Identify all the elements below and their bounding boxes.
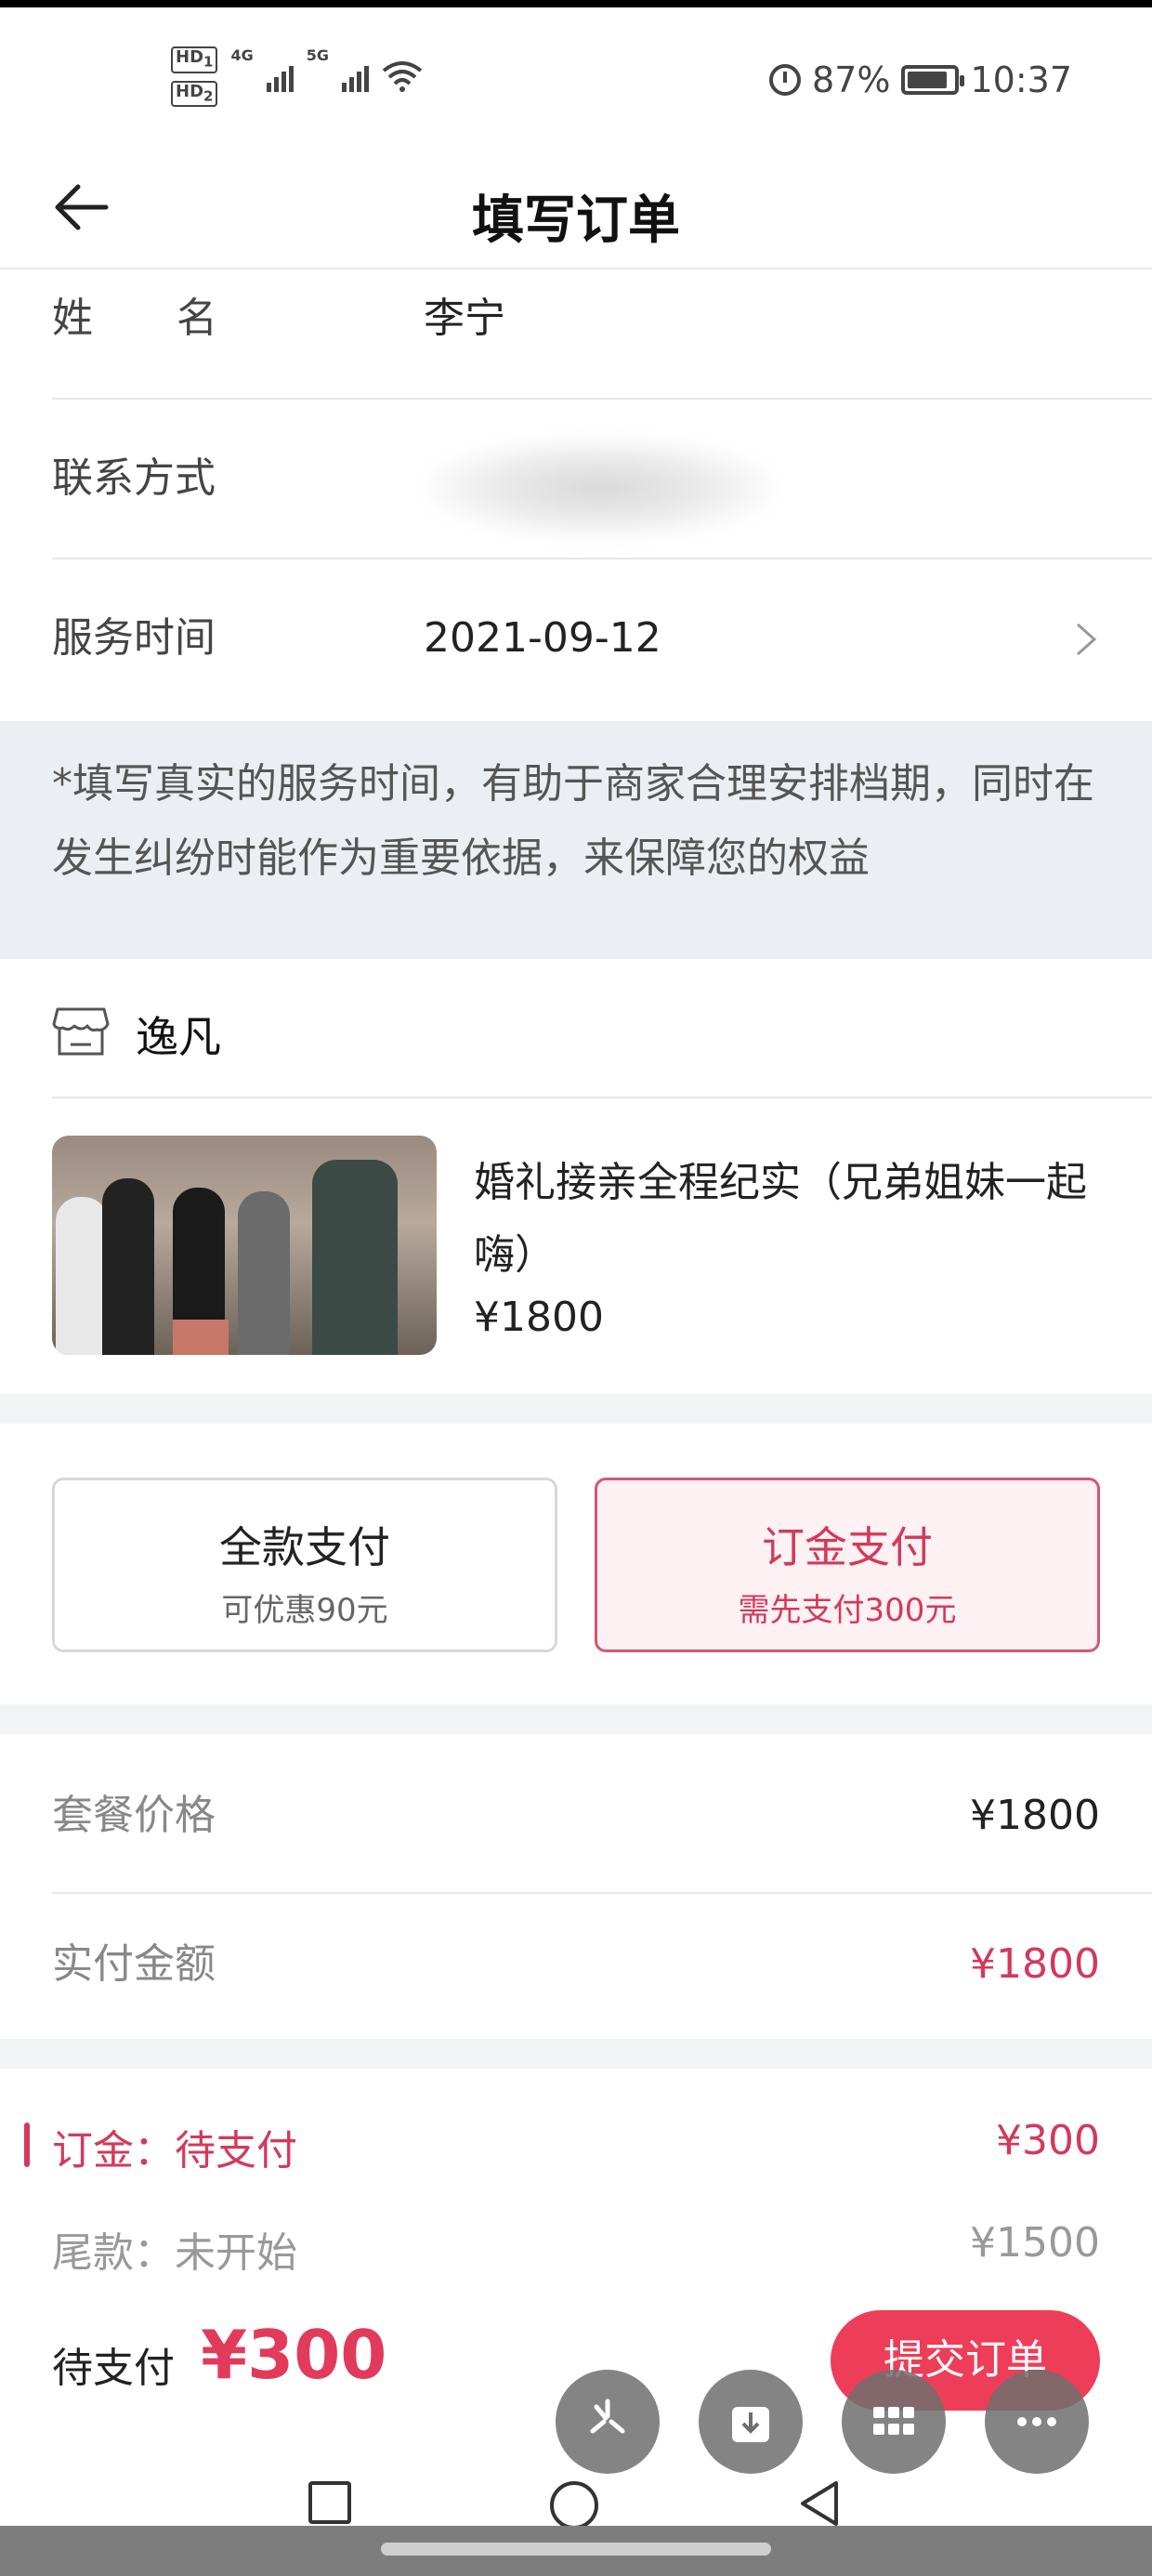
deposit-stage-row: 订金：待支付 ¥300 [52,2117,1100,2191]
hd-indicators: HD1 HD2 [171,46,218,108]
contact-value-redacted[interactable] [424,437,777,539]
product-card[interactable]: 婚礼接亲全程纪实（兄弟姐妹一起嗨） ¥1800 [52,1136,1102,1359]
name-value[interactable]: 李宁 [424,240,505,398]
service-time-notice: *填写真实的服务时间，有助于商家合理安排档期，同时在发生纠纷时能作为重要依据，来… [0,721,1152,959]
section-gap [0,1394,1152,1424]
network-label-1: 4G [230,46,254,64]
wifi-icon [382,60,423,92]
hd-badge-2-text: HD [176,81,204,101]
shop-row[interactable]: 逸凡 [52,966,1152,1098]
deposit-payment-title: 订金支付 [762,1522,933,1572]
package-price-label: 套餐价格 [52,1792,216,1839]
product-image [52,1136,437,1355]
name-row: 姓名 李宁 [52,240,1152,400]
fab-download[interactable] [699,2370,803,2474]
back-nav-button[interactable] [795,2477,844,2530]
chevron-right-icon[interactable] [1072,621,1100,658]
status-right: 87% 10:37 [769,59,1072,100]
fab-grid[interactable] [842,2370,946,2474]
battery-percent: 87% [812,59,891,100]
grid-icon [873,2407,914,2435]
hd-badge-1-text: HD [176,47,204,67]
section-gap-3 [0,2039,1152,2069]
notice-text: *填写真实的服务时间，有助于商家合理安排档期，同时在发生纠纷时能作为重要依据，来… [52,760,1094,882]
service-time-row[interactable]: 服务时间 2021-09-12 [52,559,1152,721]
gesture-handle[interactable] [381,2543,771,2556]
download-icon [732,2407,769,2442]
contact-row: 联系方式 [52,400,1152,559]
signal-icon-2 [341,62,369,92]
balance-stage-row: 尾款：未开始 ¥1500 [52,2219,1100,2293]
sparkle-icon [590,2399,625,2434]
deposit-stage-amount: ¥300 [996,2117,1100,2164]
stage-active-marker [24,2123,30,2167]
hd-badge-1-sub: 1 [203,53,214,71]
alarm-icon [769,64,802,96]
hd-badge-2: HD2 [171,80,218,108]
package-price-value: ¥1800 [970,1792,1100,1839]
actual-amount-row: 实付金额 ¥1800 [52,1890,1100,2039]
screen-top-edge [0,0,1152,7]
deposit-payment-subtitle: 需先支付300元 [738,1592,957,1629]
deposit-payment-option[interactable]: 订金支付 需先支付300元 [595,1478,1100,1652]
full-payment-title: 全款支付 [219,1522,390,1572]
pending-label: 待支付 [52,2345,175,2392]
service-time-value[interactable]: 2021-09-12 [424,559,661,717]
hd-badge-2-sub: 2 [203,87,214,105]
product-price: ¥1800 [474,1294,604,1341]
signal-icon [266,62,294,92]
name-label: 姓名 [52,295,301,342]
package-price-row: 套餐价格 ¥1800 [52,1741,1100,1890]
balance-stage-amount: ¥1500 [970,2219,1100,2267]
fab-more[interactable] [985,2370,1089,2474]
shop-name: 逸凡 [136,1012,221,1062]
contact-label: 联系方式 [52,454,216,502]
fab-sparkle[interactable] [556,2370,660,2474]
home-nav-button[interactable] [550,2481,598,2530]
network-label-2: 5G [306,46,329,64]
actual-amount-value: ¥1800 [970,1940,1100,1988]
full-payment-subtitle: 可优惠90元 [221,1592,388,1629]
more-icon [1017,2417,1056,2426]
balance-stage-label: 尾款：未开始 [52,2229,297,2277]
actual-amount-label: 实付金额 [52,1940,216,1988]
full-payment-option[interactable]: 全款支付 可优惠90元 [52,1478,557,1652]
recents-nav-button[interactable] [308,2481,351,2524]
status-bar: HD1 HD2 4G 5G 87% 10:37 [0,7,1152,147]
shop-icon [52,1007,110,1056]
service-time-label: 服务时间 [52,614,216,662]
hd-badge-1: HD1 [171,46,218,73]
section-gap-2 [0,1704,1152,1734]
battery-icon [901,65,965,95]
deposit-stage-label: 订金：待支付 [52,2127,297,2175]
battery-level [908,72,948,88]
pending-amount: ¥300 [201,2316,387,2394]
clock: 10:37 [970,59,1072,100]
status-left: HD1 HD2 4G 5G [171,46,423,108]
product-title: 婚礼接亲全程纪实（兄弟姐妹一起嗨） [474,1159,1087,1279]
